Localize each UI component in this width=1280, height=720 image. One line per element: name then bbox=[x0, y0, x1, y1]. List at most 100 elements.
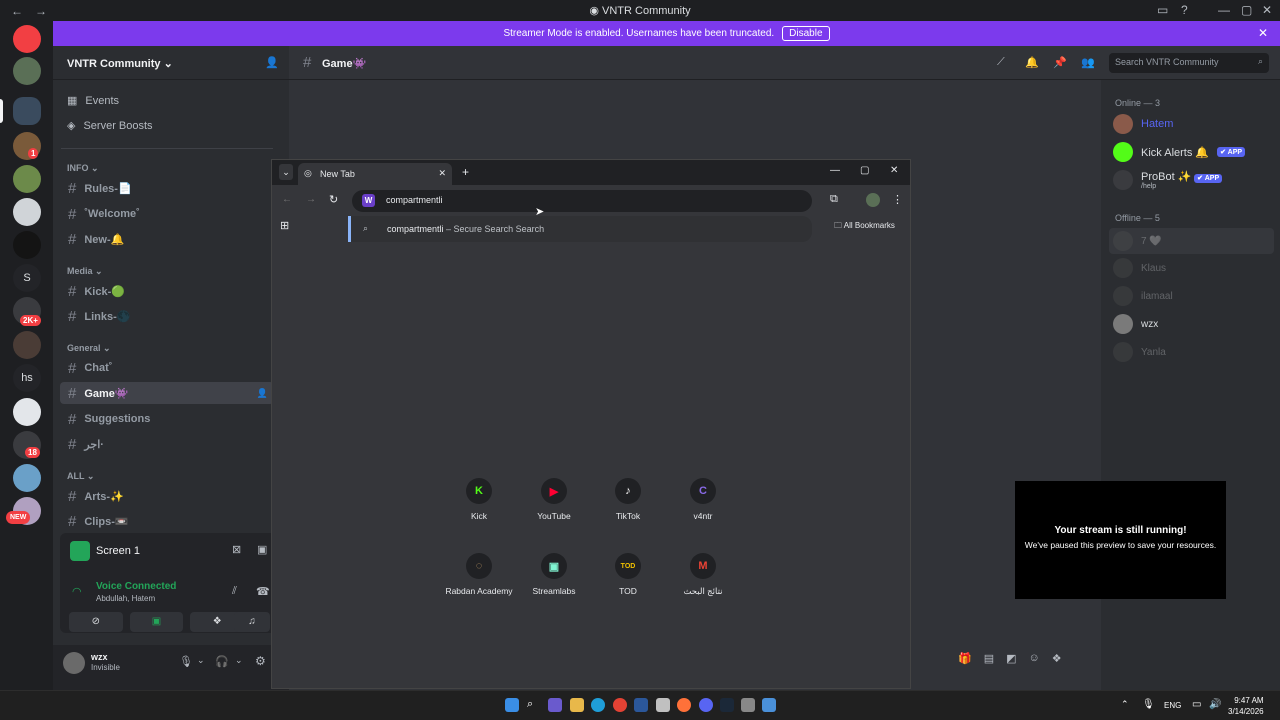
add-member-icon[interactable]: 👤 bbox=[265, 56, 279, 69]
popout-icon[interactable]: ▣ bbox=[257, 543, 267, 556]
extensions-icon[interactable]: ⧉ bbox=[830, 193, 838, 206]
profile-avatar[interactable] bbox=[866, 193, 880, 207]
gift-icon[interactable]: 🎁 bbox=[958, 652, 972, 665]
member-probot[interactable]: ProBot ✨ ✔ APP /help bbox=[1113, 170, 1223, 190]
microphone-icon[interactable]: 🎙 bbox=[1142, 699, 1155, 710]
start-icon[interactable] bbox=[505, 698, 519, 712]
app-icon[interactable] bbox=[656, 698, 670, 712]
member-list-icon[interactable]: 👥 bbox=[1081, 56, 1095, 69]
member-wzx[interactable]: wzx bbox=[1113, 314, 1158, 334]
gif-icon[interactable]: ▤ bbox=[984, 652, 994, 665]
steam-icon[interactable] bbox=[720, 698, 734, 712]
channel-ajr[interactable]: # اجر· bbox=[60, 433, 274, 455]
chevron-up-icon[interactable]: ⌃ bbox=[1121, 699, 1129, 710]
guild-icon[interactable] bbox=[13, 464, 41, 492]
channel-game[interactable]: # Game👾 👤 bbox=[60, 382, 274, 404]
guild-icon[interactable] bbox=[13, 97, 41, 125]
tab-search-icon[interactable]: ⌄ bbox=[279, 164, 293, 180]
microphone-icon[interactable]: 🎙 bbox=[179, 655, 193, 668]
noise-suppression-icon[interactable]: ⫽ bbox=[232, 585, 237, 598]
shortcut-kick[interactable]: K Kick bbox=[439, 478, 519, 521]
stop-stream-icon[interactable]: ⊠ bbox=[232, 543, 241, 556]
close-window-icon[interactable]: ✕ bbox=[890, 165, 898, 176]
guild-icon[interactable] bbox=[13, 231, 41, 259]
soundboard-button[interactable]: ♫ bbox=[234, 612, 270, 632]
guild-icon[interactable]: S bbox=[13, 264, 41, 292]
server-boosts-link[interactable]: ◈ Server Boosts bbox=[67, 119, 153, 133]
menu-icon[interactable]: ⋮ bbox=[892, 193, 903, 206]
channel-links[interactable]: # Links-🌑 bbox=[60, 305, 274, 327]
search-icon[interactable]: ⌕ bbox=[527, 698, 541, 712]
chevron-down-icon[interactable]: ⌄ bbox=[235, 655, 243, 666]
shortcut-streamlabs[interactable]: ▣ Streamlabs bbox=[514, 553, 594, 596]
copilot-icon[interactable] bbox=[548, 698, 562, 712]
channel-chat[interactable]: # Chat˚ bbox=[60, 357, 274, 379]
guild-icon[interactable] bbox=[13, 198, 41, 226]
firefox-icon[interactable] bbox=[677, 698, 691, 712]
language-indicator[interactable]: ENG bbox=[1164, 701, 1181, 710]
guild-icon[interactable] bbox=[13, 25, 41, 53]
member-offline[interactable]: Yanla bbox=[1113, 342, 1166, 362]
avatar[interactable] bbox=[63, 652, 85, 674]
clock[interactable]: 9:47 AM 3/14/2026 bbox=[1228, 695, 1264, 717]
close-tab-icon[interactable]: ✕ bbox=[438, 168, 446, 179]
disable-streamer-mode-button[interactable]: Disable bbox=[782, 26, 830, 41]
channel-new[interactable]: # New-🔔 bbox=[60, 228, 274, 250]
category-general[interactable]: General ⌄ bbox=[67, 343, 111, 354]
category-media[interactable]: Media ⌄ bbox=[67, 266, 103, 277]
guild-icon[interactable] bbox=[13, 331, 41, 359]
help-icon[interactable]: ? bbox=[1181, 3, 1188, 17]
discord-icon[interactable] bbox=[699, 698, 713, 712]
member-offline[interactable]: ilamaal bbox=[1113, 286, 1173, 306]
channel-kick[interactable]: # Kick-🟢 bbox=[60, 280, 274, 302]
apps-icon[interactable]: ⊞ bbox=[280, 219, 289, 232]
omnibox-suggestion[interactable]: ⌕ compartmentli – Secure Search Search bbox=[348, 216, 812, 242]
apps-icon[interactable]: ❖ bbox=[1052, 652, 1062, 665]
channel-clips[interactable]: # Clips-📼 bbox=[60, 510, 274, 532]
volume-icon[interactable]: 🔊 bbox=[1209, 699, 1221, 710]
all-bookmarks-button[interactable]: 🗀 All Bookmarks bbox=[834, 220, 895, 234]
category-all[interactable]: ALL ⌄ bbox=[67, 471, 94, 482]
shortcut-tod[interactable]: TOD TOD bbox=[588, 553, 668, 596]
member-kick-alerts[interactable]: Kick Alerts 🔔 ✔ APP bbox=[1113, 142, 1246, 162]
new-tab-icon[interactable]: + bbox=[462, 165, 469, 179]
channel-rules[interactable]: # Rules-📄 bbox=[60, 177, 274, 199]
obs-icon[interactable] bbox=[741, 698, 755, 712]
guild-icon[interactable] bbox=[13, 398, 41, 426]
minimize-icon[interactable]: — bbox=[1218, 3, 1230, 17]
member-hatem[interactable]: Hatem bbox=[1113, 114, 1173, 134]
reload-icon[interactable]: ↻ bbox=[329, 193, 338, 206]
guild-icon[interactable] bbox=[13, 57, 41, 85]
category-info[interactable]: INFO ⌄ bbox=[67, 163, 99, 174]
channel-suggestions[interactable]: # Suggestions bbox=[60, 408, 274, 430]
bell-icon[interactable]: 🔔 bbox=[1025, 56, 1039, 69]
shortcut-tiktok[interactable]: ♪ TikTok bbox=[588, 478, 668, 521]
forward-icon[interactable]: → bbox=[306, 194, 316, 205]
screen-share-button[interactable]: ▣ bbox=[129, 612, 184, 632]
shortcut-v4ntr[interactable]: Cv4ntr bbox=[663, 478, 743, 521]
guild-icon[interactable] bbox=[13, 165, 41, 193]
tab-new-tab[interactable]: ◎ New Tab ✕ bbox=[298, 163, 452, 185]
headphones-icon[interactable]: 🎧 bbox=[215, 655, 229, 668]
app-icon[interactable] bbox=[762, 698, 776, 712]
disconnect-icon[interactable]: ☎ bbox=[256, 585, 270, 598]
close-icon[interactable]: ✕ bbox=[1258, 26, 1268, 40]
emoji-icon[interactable]: ☺ bbox=[1029, 652, 1040, 665]
search-input[interactable]: Search VNTR Community ⌕ bbox=[1109, 53, 1269, 73]
member-offline[interactable]: Klaus bbox=[1113, 258, 1166, 278]
stream-preview[interactable]: Your stream is still running! We've paus… bbox=[1015, 481, 1226, 599]
server-header[interactable]: VNTR Community ⌄ 👤 bbox=[53, 46, 289, 80]
channel-arts[interactable]: # Arts-✨ bbox=[60, 485, 274, 507]
back-icon[interactable]: ← bbox=[282, 194, 292, 205]
member-offline[interactable]: 7 🤍 bbox=[1113, 231, 1162, 251]
maximize-icon[interactable]: ▢ bbox=[860, 165, 869, 176]
guild-icon[interactable]: hs bbox=[13, 364, 41, 392]
minimize-icon[interactable]: — bbox=[830, 165, 840, 176]
gear-icon[interactable]: ⚙ bbox=[255, 654, 266, 668]
shortcut-youtube[interactable]: ▶ YouTube bbox=[514, 478, 594, 521]
address-bar[interactable]: W compartmentli bbox=[352, 190, 812, 212]
maximize-icon[interactable]: ▢ bbox=[1241, 3, 1252, 17]
threads-icon[interactable]: ⟋ bbox=[997, 56, 1005, 69]
file-explorer-icon[interactable] bbox=[570, 698, 584, 712]
close-window-icon[interactable]: ✕ bbox=[1262, 3, 1272, 17]
